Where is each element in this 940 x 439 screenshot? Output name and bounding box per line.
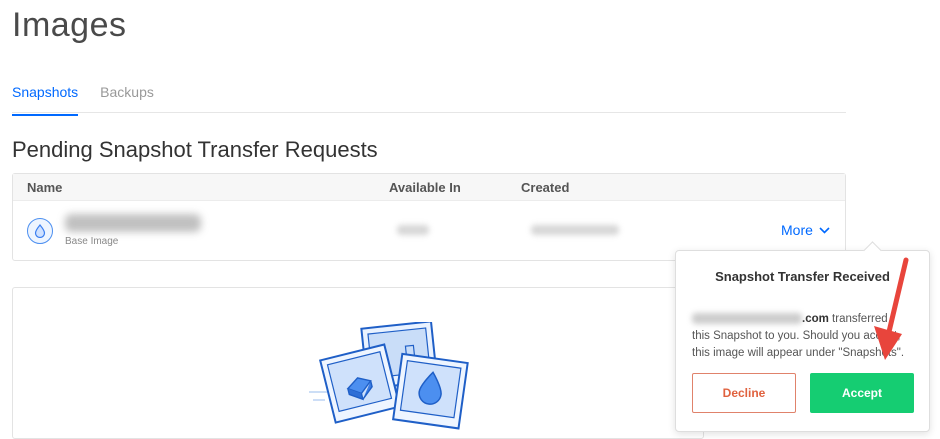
tabs-divider	[12, 112, 846, 113]
page-title: Images	[12, 6, 127, 44]
red-arrow-icon	[874, 257, 909, 360]
more-label: More	[781, 222, 813, 238]
sender-email-redacted	[692, 313, 802, 325]
column-header-created: Created	[521, 180, 570, 195]
decline-button[interactable]: Decline	[692, 373, 796, 413]
transfer-requests-table: Name Available In Created Base Image Mor…	[12, 173, 846, 261]
column-header-available-in: Available In	[389, 180, 461, 195]
snapshot-photos-illustration	[309, 322, 469, 430]
more-dropdown-button[interactable]: More	[781, 222, 830, 238]
table-header: Name Available In Created	[13, 174, 845, 201]
chevron-down-icon	[819, 226, 830, 234]
snapshot-type-label: Base Image	[65, 236, 119, 247]
column-header-name: Name	[27, 180, 63, 195]
available-in-redacted	[397, 225, 429, 235]
snapshot-name-redacted	[65, 214, 201, 232]
accept-button[interactable]: Accept	[810, 373, 914, 413]
section-title: Pending Snapshot Transfer Requests	[12, 137, 378, 162]
droplet-icon	[27, 218, 53, 244]
created-redacted	[531, 225, 619, 235]
sender-email-suffix: .com	[802, 313, 829, 325]
empty-state-card	[12, 287, 704, 439]
